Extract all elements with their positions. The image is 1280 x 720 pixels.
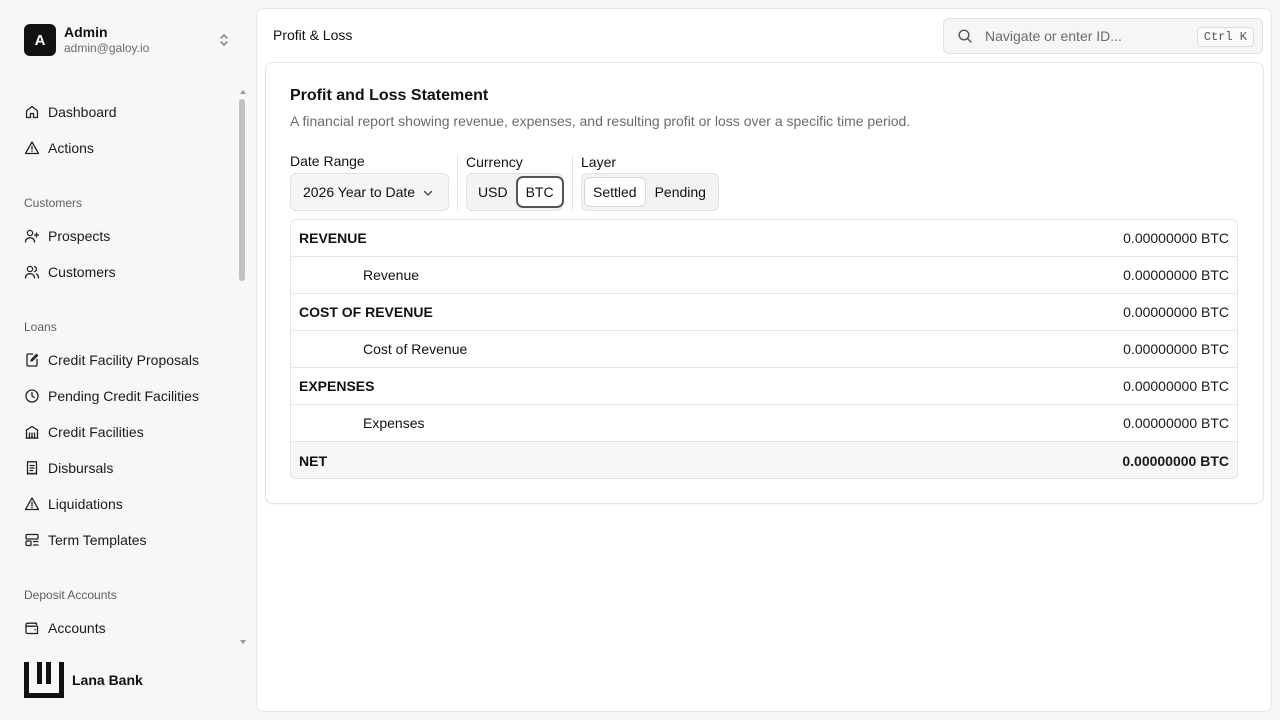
row-amount: 0.00000000 BTC — [1122, 452, 1229, 469]
sidebar-item-liquidations[interactable]: Liquidations — [24, 492, 123, 516]
sidebar-item-label: Pending Credit Facilities — [48, 388, 199, 404]
sidebar-item-label: Credit Facilities — [48, 424, 144, 440]
sidebar-item-credit-facility-proposals[interactable]: Credit Facility Proposals — [24, 348, 199, 372]
row-name: Revenue — [363, 267, 420, 283]
alert-triangle-icon — [24, 141, 40, 155]
sidebar-item-disbursals[interactable]: Disbursals — [24, 456, 113, 480]
sidebar-item-term-templates[interactable]: Term Templates — [24, 528, 147, 552]
divider — [457, 155, 458, 211]
sidebar-item-label: Prospects — [48, 228, 111, 244]
nav-group-loans: Loans — [24, 320, 57, 334]
avatar: A — [24, 24, 56, 56]
breadcrumb: Profit & Loss — [273, 27, 353, 43]
divider — [572, 155, 573, 211]
row-amount: 0.00000000 BTC — [1123, 415, 1229, 431]
row-amount: 0.00000000 BTC — [1123, 267, 1229, 283]
row-name: COST OF REVENUE — [299, 304, 433, 320]
search-bar[interactable]: Ctrl K — [943, 18, 1263, 54]
table-row: COST OF REVENUE 0.00000000 BTC — [291, 294, 1237, 331]
chevron-down-icon — [423, 190, 433, 196]
date-range-value: 2026 Year to Date — [303, 184, 416, 200]
sidebar-item-accounts[interactable]: Accounts — [24, 616, 106, 640]
sidebar-nav: Dashboard Actions Customers Prospects Cu… — [0, 90, 246, 646]
sidebar-item-label: Actions — [48, 140, 94, 156]
search-input[interactable] — [985, 28, 1185, 44]
nav-group-deposit-accounts: Deposit Accounts — [24, 588, 117, 602]
pnl-table: REVENUE 0.00000000 BTC Revenue 0.0000000… — [290, 219, 1238, 479]
main-panel: Profit & Loss Ctrl K Profit and Loss Sta… — [256, 8, 1272, 712]
currency-toggle: USD BTC — [466, 173, 563, 211]
home-icon — [25, 105, 39, 119]
alert-triangle-icon — [24, 497, 40, 511]
search-icon — [958, 29, 972, 43]
row-amount: 0.00000000 BTC — [1123, 378, 1229, 394]
row-amount: 0.00000000 BTC — [1123, 341, 1229, 357]
nav-group-customers: Customers — [24, 196, 83, 210]
currency-label: Currency — [466, 154, 523, 170]
users-icon — [24, 265, 40, 279]
layer-toggle: Settled Pending — [581, 173, 719, 211]
table-row[interactable]: Expenses 0.00000000 BTC — [291, 405, 1237, 442]
table-row: EXPENSES 0.00000000 BTC — [291, 368, 1237, 405]
date-range-select[interactable]: 2026 Year to Date — [290, 173, 449, 211]
sidebar-item-pending-credit-facilities[interactable]: Pending Credit Facilities — [24, 384, 199, 408]
clock-icon — [25, 389, 39, 403]
row-amount: 0.00000000 BTC — [1123, 230, 1229, 246]
row-name: Expenses — [363, 415, 425, 431]
lana-bank-logo-icon — [24, 662, 64, 698]
date-range-label: Date Range — [290, 153, 365, 169]
scroll-up-arrow[interactable] — [240, 90, 246, 94]
sidebar-item-label: Credit Facility Proposals — [48, 352, 199, 368]
row-name: EXPENSES — [299, 378, 375, 394]
table-row: REVENUE 0.00000000 BTC — [291, 220, 1237, 257]
sidebar: A Admin admin@galoy.io Dashboard Actions… — [0, 0, 256, 720]
table-row-net: NET 0.00000000 BTC — [291, 442, 1237, 478]
table-row[interactable]: Cost of Revenue 0.00000000 BTC — [291, 331, 1237, 368]
sidebar-item-label: Disbursals — [48, 460, 114, 476]
sidebar-item-label: Dashboard — [48, 104, 117, 120]
row-name: REVENUE — [299, 230, 367, 246]
sidebar-item-prospects[interactable]: Prospects — [24, 224, 110, 248]
brand-name: Lana Bank — [72, 672, 143, 688]
user-email: admin@galoy.io — [64, 41, 150, 55]
sidebar-item-credit-facilities[interactable]: Credit Facilities — [24, 420, 144, 444]
row-name: Cost of Revenue — [363, 341, 468, 357]
building-icon — [25, 425, 39, 439]
wallet-icon — [25, 622, 39, 635]
pnl-card: Profit and Loss Statement A financial re… — [265, 62, 1264, 504]
sidebar-item-customers[interactable]: Customers — [24, 260, 116, 284]
chevrons-up-down-icon — [220, 34, 228, 46]
layer-option-settled[interactable]: Settled — [585, 178, 645, 206]
user-name: Admin — [64, 24, 108, 40]
sidebar-item-label: Liquidations — [48, 496, 123, 512]
template-icon — [25, 533, 39, 547]
sidebar-item-label: Term Templates — [48, 532, 147, 548]
currency-option-usd[interactable]: USD — [470, 178, 516, 206]
user-plus-icon — [24, 229, 40, 243]
layer-label: Layer — [581, 154, 617, 170]
receipt-icon — [26, 461, 38, 475]
page-description: A financial report showing revenue, expe… — [290, 113, 911, 129]
currency-option-btc[interactable]: BTC — [517, 178, 562, 206]
row-name: NET — [299, 452, 327, 469]
scroll-down-arrow[interactable] — [240, 640, 246, 644]
user-switcher[interactable]: A Admin admin@galoy.io — [24, 24, 236, 56]
keyboard-shortcut-badge: Ctrl K — [1196, 27, 1254, 47]
layer-option-pending[interactable]: Pending — [647, 178, 714, 206]
table-row[interactable]: Revenue 0.00000000 BTC — [291, 257, 1237, 294]
row-amount: 0.00000000 BTC — [1123, 304, 1229, 320]
brand[interactable]: Lana Bank — [24, 662, 143, 698]
sidebar-item-label: Customers — [48, 264, 116, 280]
sidebar-item-actions[interactable]: Actions — [24, 136, 94, 160]
sidebar-item-dashboard[interactable]: Dashboard — [24, 100, 117, 124]
file-edit-icon — [26, 353, 39, 367]
sidebar-item-label: Accounts — [48, 620, 106, 636]
sidebar-scrollbar[interactable] — [239, 99, 245, 281]
page-title: Profit and Loss Statement — [290, 87, 489, 104]
